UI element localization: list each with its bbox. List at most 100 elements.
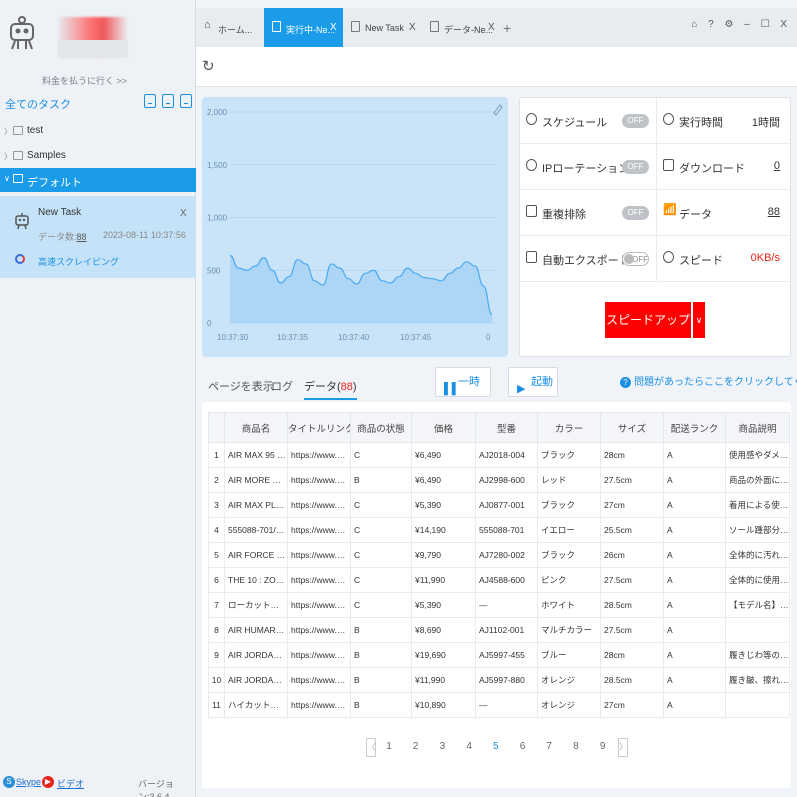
refresh-icon[interactable]: ↻ bbox=[202, 57, 215, 75]
task-count[interactable]: 88 bbox=[77, 232, 87, 242]
page-number[interactable]: 9 bbox=[596, 741, 610, 752]
close-icon[interactable]: X bbox=[180, 208, 187, 219]
search-task-icon[interactable] bbox=[180, 94, 192, 108]
table-cell: AIR MAX 95 SE/... bbox=[224, 442, 288, 468]
table-row[interactable]: 8AIR HUMARA 17...https://www.2ndst...B¥8… bbox=[208, 617, 790, 643]
table-cell: B bbox=[350, 467, 412, 493]
table-row[interactable]: 5AIR FORCE 1 07...https://www.2ndst...C¥… bbox=[208, 542, 790, 568]
column-header[interactable]: 商品説明 bbox=[725, 412, 790, 443]
table-row[interactable]: 1AIR MAX 95 SE/...https://www.2ndst...C¥… bbox=[208, 442, 790, 468]
table-row[interactable]: 4555088-701/AIR ...https://www.2ndst...C… bbox=[208, 517, 790, 543]
schedule-label: スケジュール bbox=[542, 117, 608, 129]
column-header[interactable] bbox=[208, 412, 225, 443]
row-index: 5 bbox=[208, 542, 225, 568]
page-number[interactable]: 6 bbox=[516, 741, 530, 752]
chevron-down-icon[interactable]: ∨ bbox=[693, 302, 705, 338]
download-value[interactable]: 0 bbox=[774, 160, 780, 172]
page-number[interactable]: 8 bbox=[569, 741, 583, 752]
column-header[interactable]: カラー bbox=[537, 412, 601, 443]
table-cell: レッド bbox=[537, 467, 601, 493]
page-number[interactable]: 3 bbox=[435, 741, 449, 752]
schedule-toggle[interactable]: OFF bbox=[622, 114, 649, 128]
video-icon[interactable]: ▶ bbox=[42, 776, 54, 788]
close-icon[interactable]: X bbox=[488, 22, 495, 33]
task-item[interactable]: New Task X データ数:88 2023-08-11 10:37:56 高… bbox=[0, 196, 196, 278]
tab-data-view[interactable]: データ(88) bbox=[304, 378, 357, 400]
table-row[interactable]: 9AIR JORDAN 1 R...https://www.2ndst...B¥… bbox=[208, 642, 790, 668]
close-icon[interactable]: X bbox=[409, 22, 416, 33]
table-cell: ブラック bbox=[537, 542, 601, 568]
table-cell: AIR FORCE 1 07... bbox=[224, 542, 288, 568]
start-button[interactable]: ▶ 起動 bbox=[508, 367, 558, 397]
x-tick-label: 10:37:40 bbox=[338, 333, 370, 342]
import-icon[interactable] bbox=[144, 94, 156, 108]
tab-data[interactable]: データ-Ne... X bbox=[422, 8, 501, 47]
table-cell: 25.5cm bbox=[600, 517, 664, 543]
video-link[interactable]: ビデオ bbox=[57, 777, 84, 790]
table-row[interactable]: 10AIR JORDAN 1 R...https://www.2ndst...B… bbox=[208, 667, 790, 693]
pay-link[interactable]: 料金を払うに行く >> bbox=[42, 74, 127, 87]
table-row[interactable]: 3AIR MAX PLUS N...https://www.2ndst...C¥… bbox=[208, 492, 790, 518]
prev-page-icon[interactable]: 〈 bbox=[366, 738, 376, 757]
pause-button[interactable]: ▌▌ 一時停止 bbox=[435, 367, 491, 416]
folder-test[interactable]: 〉 test bbox=[0, 120, 196, 142]
add-tab-icon[interactable]: + bbox=[503, 20, 511, 36]
tab-new-task[interactable]: New Task X bbox=[343, 8, 422, 47]
ip-rotation-toggle[interactable]: OFF bbox=[622, 160, 649, 174]
table-cell: AIR JORDAN 1 R... bbox=[224, 642, 288, 668]
document-icon bbox=[351, 21, 360, 32]
new-folder-icon[interactable] bbox=[162, 94, 174, 108]
column-header[interactable]: 型番 bbox=[475, 412, 538, 443]
next-page-icon[interactable]: 〉 bbox=[618, 738, 628, 757]
page-number[interactable]: 2 bbox=[409, 741, 423, 752]
home-icon: ⌂ bbox=[204, 19, 211, 31]
x-tick-label: 10:37:30 bbox=[217, 333, 249, 342]
table-cell: https://www.2ndst... bbox=[287, 592, 351, 618]
column-header[interactable]: 配送ランク bbox=[663, 412, 726, 443]
column-header[interactable]: 商品の状態 bbox=[350, 412, 412, 443]
task-timestamp: 2023-08-11 10:37:56 bbox=[103, 230, 186, 240]
control-row: ページを表示 | ログ データ(88) ▌▌ 一時停止 ▶ 起動 ?問題があった… bbox=[196, 362, 797, 416]
clock-icon bbox=[663, 113, 674, 125]
all-tasks-title[interactable]: 全てのタスク bbox=[5, 96, 71, 112]
table-row[interactable]: 11ハイカットスニー...https://www.2ndst...B¥10,89… bbox=[208, 692, 790, 718]
speed-up-button[interactable]: スピードアップ bbox=[605, 302, 691, 338]
play-icon: ▶ bbox=[517, 383, 526, 395]
table-row[interactable]: 7ローカットスニー...https://www.2ndst...C¥5,390—… bbox=[208, 592, 790, 618]
tab-show-page[interactable]: ページを表示 bbox=[208, 378, 274, 394]
table-cell: AJ5997-455 bbox=[475, 642, 538, 668]
column-header[interactable]: 価格 bbox=[411, 412, 476, 443]
task-mode[interactable]: 高速スクレイピング bbox=[38, 255, 119, 268]
folder-samples[interactable]: 〉 Samples bbox=[0, 145, 196, 167]
row-index: 8 bbox=[208, 617, 225, 643]
skype-link[interactable]: Skype bbox=[16, 777, 41, 787]
window-controls[interactable]: ⌂ ? ⚙ – ☐ X bbox=[691, 19, 791, 30]
table-row[interactable]: 2AIR MORE MON...https://www.2ndst...B¥6,… bbox=[208, 467, 790, 493]
table-cell: A bbox=[663, 667, 726, 693]
column-header[interactable]: タイトルリンク bbox=[287, 412, 351, 443]
page-number[interactable]: 1 bbox=[382, 741, 396, 752]
tab-log[interactable]: ログ bbox=[271, 378, 293, 394]
table-cell: ¥6,490 bbox=[411, 467, 476, 493]
folder-default[interactable]: ∨ デフォルト bbox=[0, 168, 196, 192]
data-value[interactable]: 88 bbox=[768, 206, 780, 218]
skype-icon[interactable]: S bbox=[3, 776, 15, 788]
column-header[interactable]: サイズ bbox=[600, 412, 664, 443]
column-header[interactable]: 商品名 bbox=[224, 412, 288, 443]
page-number[interactable]: 5 bbox=[489, 741, 503, 752]
help-link[interactable]: ?問題があったらここをクリックしてください bbox=[620, 373, 797, 388]
dedupe-toggle[interactable]: OFF bbox=[622, 206, 649, 220]
page-number[interactable]: 4 bbox=[462, 741, 476, 752]
tab-bar: ⌂ ホーム... 実行中-Ne... X New Task X データ-Ne..… bbox=[196, 8, 797, 47]
table-cell bbox=[725, 617, 790, 643]
tab-running[interactable]: 実行中-Ne... X bbox=[264, 8, 343, 47]
table-cell: 全体的に使用感が... bbox=[725, 567, 790, 593]
table-row[interactable]: 6THE 10 : ZOOM F...https://www.2ndst...C… bbox=[208, 567, 790, 593]
tab-home[interactable]: ⌂ ホーム... bbox=[196, 8, 264, 47]
auto-export-toggle[interactable]: OFF bbox=[622, 252, 649, 266]
series-area bbox=[230, 255, 492, 323]
page-number[interactable]: 7 bbox=[542, 741, 556, 752]
start-label: 起動 bbox=[531, 376, 553, 388]
table-cell: A bbox=[663, 517, 726, 543]
close-icon[interactable]: X bbox=[330, 22, 337, 33]
